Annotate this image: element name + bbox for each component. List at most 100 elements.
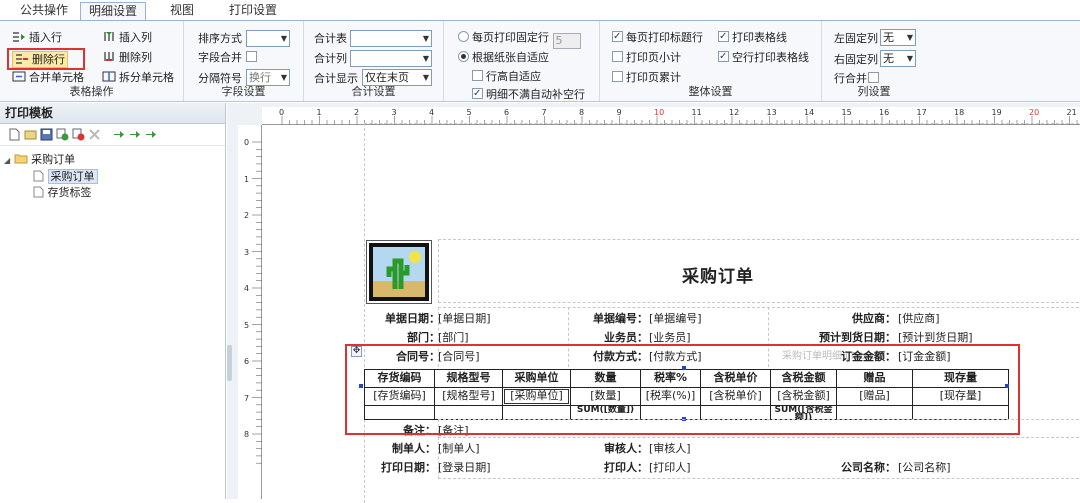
total-col-label: 合计列 (314, 52, 347, 65)
left-fixed-label: 左固定列 (834, 32, 878, 45)
template-panel-title: 打印模板 (0, 103, 225, 124)
tree-root-node[interactable]: ◢ 采购订单 (4, 151, 75, 167)
logo-image[interactable] (366, 240, 432, 304)
adaptive-radio[interactable] (458, 51, 469, 62)
ruler-number: 12 (729, 108, 740, 117)
footer-guide (438, 437, 1080, 479)
blank-lines-option[interactable]: 空行打印表格线 (718, 49, 809, 65)
row-height-option[interactable]: 行高自适应 (472, 69, 541, 84)
ruler-number: 21 (1066, 108, 1077, 117)
folder-icon (14, 154, 28, 164)
ruler-number: 8 (244, 430, 250, 439)
vertical-ruler: 0 1 2 3 4 5 6 7 8 (238, 125, 262, 499)
ruler-number: 1 (316, 108, 322, 117)
group-title-column-settings: 列设置 (857, 85, 891, 98)
blank-lines-checkbox[interactable] (718, 49, 729, 64)
document-icon (33, 170, 44, 182)
fixed-rows-spinner[interactable]: 5 (552, 33, 581, 49)
ruler-number: 1 (244, 174, 250, 184)
insert-row-button[interactable]: 插入行 (12, 30, 62, 45)
insert-row-icon (12, 31, 26, 42)
split-cells-icon (102, 71, 116, 82)
margin-guide (364, 123, 365, 503)
sort-select[interactable]: ▼ (246, 30, 290, 47)
field-merge-checkbox[interactable] (246, 51, 257, 62)
right-fixed-select[interactable]: 无 ▼ (880, 50, 916, 67)
fixed-rows-option[interactable]: 每页打印固定行 5 (458, 30, 581, 49)
group-overall-settings: 每页打印标题行 打印页小计 打印页累计 打印表格线 空行打印表格线 整体设置 (600, 21, 822, 101)
import-icon[interactable] (112, 128, 125, 141)
total-col-select[interactable]: ▼ (350, 50, 432, 67)
group-title-field-settings: 字段设置 (221, 85, 266, 98)
footer-label[interactable]: 制单人： (366, 440, 436, 456)
ruler-number: 9 (616, 108, 622, 117)
copy-icon[interactable] (56, 128, 69, 141)
fixed-rows-label: 每页打印固定行 (472, 31, 549, 44)
ruler-number: 6 (244, 357, 250, 366)
title-frame (438, 239, 1080, 303)
ruler-number: 0 (244, 138, 250, 147)
highlight-box-detail-table (345, 344, 1020, 435)
header-label[interactable]: 单据日期： (366, 310, 440, 326)
blank-lines-label: 空行打印表格线 (732, 51, 809, 64)
page-subtotal-checkbox[interactable] (612, 51, 623, 62)
right-fixed-label: 右固定列 (834, 53, 878, 66)
ribbon: 插入行 删除行 合并单元格 插入列 删除列 拆分单元格 表格操作 排序方式 ▼ … (0, 20, 1080, 102)
ruler-number: 5 (244, 320, 250, 330)
margin-guide (364, 123, 1080, 124)
refresh-icon[interactable] (144, 128, 157, 141)
fill-blank-checkbox[interactable] (472, 86, 483, 101)
collapse-arrow-icon[interactable]: ◢ (4, 156, 10, 165)
fill-blank-option[interactable]: 明细不满自动补空行 (472, 86, 585, 102)
print-title-row-checkbox[interactable] (612, 29, 623, 44)
row-merge-checkbox[interactable] (868, 72, 879, 83)
print-title-row-label: 每页打印标题行 (626, 31, 703, 44)
group-field-settings: 排序方式 ▼ 字段合并 分隔符号 换行 ▼ 字段设置 (184, 21, 304, 101)
ruler-number: 6 (504, 108, 510, 117)
fixed-rows-radio[interactable] (458, 31, 469, 42)
fill-blank-label: 明细不满自动补空行 (486, 88, 585, 101)
tree-item-stock-label[interactable]: 存货标签 (33, 184, 92, 200)
group-total-settings: 合计表 ▼ 合计列 ▼ 合计显示 仅在末页 ▼ 合计设置 (304, 21, 444, 101)
group-column-settings: 左固定列 无 ▼ 右固定列 无 ▼ 行合并 列设置 (822, 21, 926, 101)
merge-cells-icon (12, 71, 26, 82)
open-icon[interactable] (24, 128, 37, 141)
left-fixed-select[interactable]: 无 ▼ (880, 29, 916, 46)
left-fixed-value: 无 (883, 31, 894, 44)
panel-splitter-handle[interactable] (227, 345, 232, 381)
print-title-row-option[interactable]: 每页打印标题行 (612, 29, 703, 45)
table-lines-option[interactable]: 打印表格线 (718, 29, 787, 45)
page-cumulative-checkbox[interactable] (612, 71, 623, 82)
ruler-number: 3 (391, 108, 397, 117)
table-lines-label: 打印表格线 (732, 31, 787, 44)
save-icon[interactable] (40, 128, 53, 141)
chevron-down-icon: ▼ (906, 54, 913, 63)
footer-label[interactable]: 打印日期： (366, 459, 436, 475)
row-height-checkbox[interactable] (472, 70, 483, 81)
tab-detail-settings[interactable]: 明细设置 (80, 2, 146, 21)
insert-col-button[interactable]: 插入列 (102, 30, 152, 45)
tab-print-settings[interactable]: 打印设置 (222, 2, 284, 20)
tree-item-purchase-order[interactable]: 采购订单 (33, 168, 98, 184)
ribbon-tab-bar: 公共操作 明细设置 视图 打印设置 (0, 0, 1080, 21)
new-icon[interactable] (8, 128, 21, 141)
page-subtotal-option[interactable]: 打印页小计 (612, 50, 681, 65)
table-lines-checkbox[interactable] (718, 29, 729, 44)
adaptive-option[interactable]: 根据纸张自适应 (458, 50, 549, 65)
chevron-down-icon: ▼ (280, 34, 287, 43)
ruler-number: 7 (541, 108, 547, 117)
remove-icon[interactable] (88, 128, 101, 141)
export-icon[interactable] (128, 128, 141, 141)
total-table-select[interactable]: ▼ (350, 30, 432, 47)
document-title[interactable]: 采购订单 (682, 262, 754, 287)
delete-col-button[interactable]: 删除列 (102, 50, 152, 65)
header-label[interactable]: 部门： (366, 329, 440, 345)
tab-common-ops[interactable]: 公共操作 (12, 2, 76, 20)
tree-root-label: 采购订单 (31, 153, 76, 166)
row-height-label: 行高自适应 (486, 70, 541, 83)
ruler-number: 13 (766, 108, 777, 117)
insert-col-icon (102, 31, 116, 42)
delete-icon[interactable] (72, 128, 85, 141)
tab-view[interactable]: 视图 (160, 2, 204, 20)
ruler-number: 8 (579, 108, 585, 117)
